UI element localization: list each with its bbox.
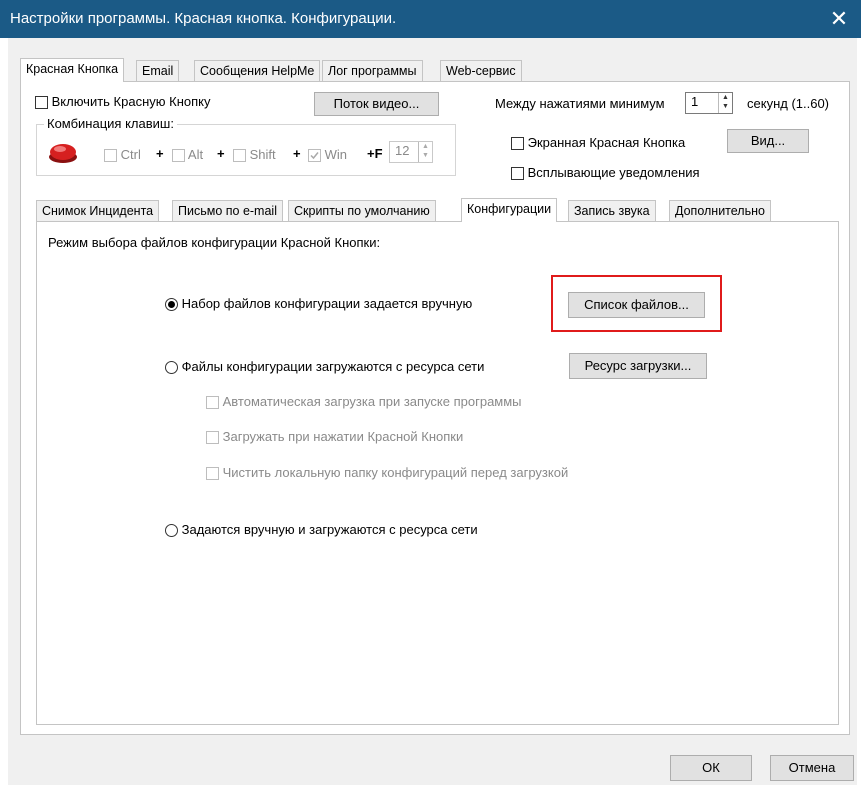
radio-network-label: Файлы конфигурации загружаются с ресурса… (181, 359, 485, 374)
close-icon[interactable]: ✕ (817, 0, 861, 38)
ok-button[interactable]: ОК (670, 755, 752, 781)
tab-email-letter[interactable]: Письмо по e-mail (172, 200, 283, 222)
radio-unselected-icon[interactable] (165, 524, 178, 538)
enable-red-button-label: Включить Красную Кнопку (51, 94, 211, 109)
tab-email[interactable]: Email (136, 60, 180, 82)
radio-manual-label: Набор файлов конфигурации задается вручн… (181, 296, 473, 311)
checkbox-checked-icon[interactable] (308, 149, 321, 163)
checkbox-box[interactable] (206, 396, 219, 410)
hotkey-alt-checkbox[interactable]: Alt (172, 147, 204, 163)
hotkey-win-label: Win (324, 147, 348, 162)
hotkey-shift-label: Shift (249, 147, 276, 162)
tab-program-log[interactable]: Лог программы (322, 60, 423, 82)
spin-up-icon[interactable]: ▲ (719, 93, 732, 102)
radio-selected-icon[interactable] (165, 298, 178, 312)
hotkey-win-checkbox[interactable]: Win (308, 147, 348, 163)
load-on-press-checkbox[interactable]: Загружать при нажатии Красной Кнопки (206, 429, 464, 445)
hotkey-ctrl-checkbox[interactable]: Ctrl (104, 147, 141, 163)
hotkey-alt-label: Alt (187, 147, 204, 162)
tab-red-button[interactable]: Красная Кнопка (20, 58, 125, 82)
load-resource-button[interactable]: Ресурс загрузки... (569, 353, 707, 379)
checkbox-box[interactable] (172, 149, 185, 163)
hotkey-group-label: Комбинация клавиш: (44, 116, 177, 131)
plus-sign: + (217, 146, 225, 161)
view-button[interactable]: Вид... (727, 129, 809, 153)
cancel-button[interactable]: Отмена (770, 755, 854, 781)
hotkey-shift-checkbox[interactable]: Shift (233, 147, 276, 163)
checkbox-box[interactable] (511, 167, 524, 181)
dialog-body: Красная Кнопка Email Сообщения HelpMe Ло… (8, 38, 857, 785)
enable-red-button-checkbox[interactable]: Включить Красную Кнопку (35, 94, 211, 110)
auto-load-label: Автоматическая загрузка при запуске прог… (222, 394, 522, 409)
clean-folder-checkbox[interactable]: Чистить локальную папку конфигураций пер… (206, 465, 569, 481)
main-tab-panel: Включить Красную Кнопку Поток видео... М… (20, 81, 850, 735)
tab-web-service[interactable]: Web-сервис (440, 60, 522, 82)
checkbox-box[interactable] (511, 137, 524, 151)
screen-red-button-label: Экранная Красная Кнопка (527, 135, 686, 150)
tab-configurations[interactable]: Конфигурации (461, 198, 558, 222)
plus-sign: + (293, 146, 301, 161)
spin-up-icon[interactable]: ▲ (419, 142, 432, 151)
checkbox-box[interactable] (206, 431, 219, 445)
screen-red-button-checkbox[interactable]: Экранная Красная Кнопка (511, 135, 686, 151)
tab-helpme-messages[interactable]: Сообщения HelpMe (194, 60, 321, 82)
tab-additional[interactable]: Дополнительно (669, 200, 771, 222)
radio-network-option[interactable]: Файлы конфигурации загружаются с ресурса… (165, 359, 485, 375)
min-interval-stepper[interactable]: 1 ▲ ▼ (685, 92, 733, 114)
popup-notifications-checkbox[interactable]: Всплывающие уведомления (511, 165, 700, 181)
f-key-stepper[interactable]: 12 ▲ ▼ (389, 141, 433, 163)
spin-down-icon[interactable]: ▼ (419, 151, 432, 160)
f-key-prefix: +F (367, 146, 383, 161)
spin-arrows-icon[interactable]: ▲ ▼ (718, 93, 732, 113)
clean-folder-label: Чистить локальную папку конфигураций пер… (222, 465, 569, 480)
tab-default-scripts[interactable]: Скрипты по умолчанию (288, 200, 436, 222)
checkbox-box[interactable] (233, 149, 246, 163)
popup-notifications-label: Всплывающие уведомления (527, 165, 700, 180)
radio-manual-option[interactable]: Набор файлов конфигурации задается вручн… (165, 296, 473, 312)
radio-both-label: Задаются вручную и загружаются с ресурса… (181, 522, 478, 537)
checkbox-box[interactable] (206, 467, 219, 481)
file-list-button[interactable]: Список файлов... (568, 292, 705, 318)
video-stream-button[interactable]: Поток видео... (314, 92, 439, 116)
seconds-label: секунд (1..60) (747, 96, 830, 111)
tab-sound-recording[interactable]: Запись звука (568, 200, 656, 222)
tab-incident-snapshot[interactable]: Снимок Инцидента (36, 200, 160, 222)
configurations-panel: Режим выбора файлов конфигурации Красной… (36, 221, 839, 725)
config-mode-label: Режим выбора файлов конфигурации Красной… (48, 235, 381, 250)
red-panic-button-icon (47, 140, 79, 164)
plus-sign: + (156, 146, 164, 161)
load-on-press-label: Загружать при нажатии Красной Кнопки (222, 429, 464, 444)
radio-both-option[interactable]: Задаются вручную и загружаются с ресурса… (165, 522, 478, 538)
f-key-value: 12 (395, 143, 410, 158)
window-title: Настройки программы. Красная кнопка. Кон… (10, 10, 397, 27)
radio-unselected-icon[interactable] (165, 361, 178, 375)
title-bar: Настройки программы. Красная кнопка. Кон… (0, 0, 861, 38)
auto-load-checkbox[interactable]: Автоматическая загрузка при запуске прог… (206, 394, 522, 410)
checkbox-box[interactable] (104, 149, 117, 163)
hotkey-ctrl-label: Ctrl (120, 147, 141, 162)
spin-down-icon[interactable]: ▼ (719, 102, 732, 111)
checkbox-box[interactable] (35, 96, 48, 110)
spin-arrows-icon[interactable]: ▲ ▼ (418, 142, 432, 162)
min-interval-label: Между нажатиями минимум (495, 96, 665, 111)
min-interval-value: 1 (691, 94, 699, 109)
